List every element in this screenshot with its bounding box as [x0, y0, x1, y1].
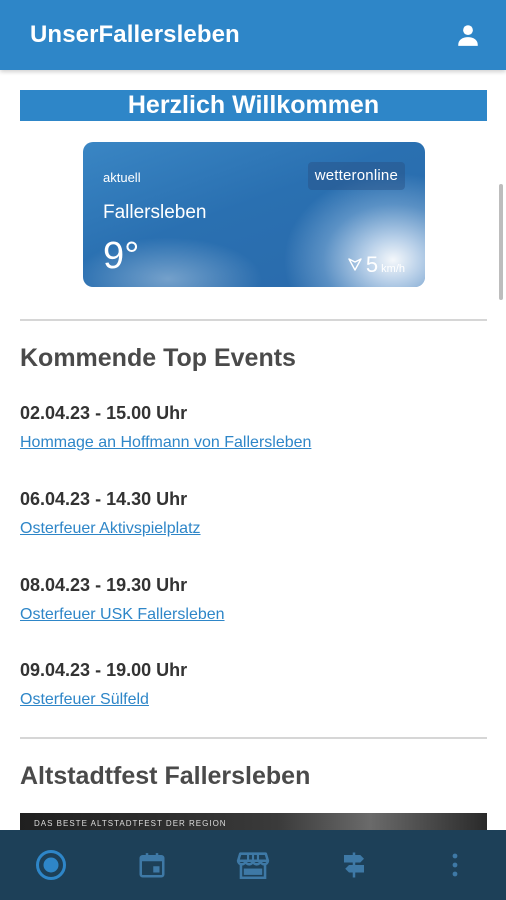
main-content[interactable]: Herzlich Willkommen aktuell wetteronline… — [0, 70, 506, 830]
vertical-scrollbar[interactable] — [499, 184, 503, 300]
event-date: 08.04.23 - 19.30 Uhr — [20, 575, 188, 595]
nav-signpost[interactable] — [324, 835, 384, 895]
nav-home[interactable] — [21, 835, 81, 895]
event-item: 09.04.23 - 19.00 Uhr Osterfeuer Sülfeld — [20, 660, 487, 709]
event-date: 06.04.23 - 14.30 Uhr — [20, 489, 188, 509]
event-link[interactable]: Hommage an Hoffmann von Fallersleben — [20, 434, 311, 452]
app-root: UnserFallersleben Herzlich Willkommen ak… — [0, 0, 506, 900]
event-link[interactable]: Osterfeuer Sülfeld — [20, 691, 149, 709]
weather-current-label: aktuell — [103, 170, 141, 185]
weather-wind: 5 km/h — [347, 252, 405, 278]
event-link[interactable]: Osterfeuer USK Fallersleben — [20, 606, 225, 624]
event-item: 08.04.23 - 19.30 Uhr Osterfeuer USK Fall… — [20, 575, 487, 624]
bottom-navigation — [0, 830, 506, 900]
top-app-bar: UnserFallersleben — [0, 0, 506, 70]
weather-city: Fallersleben — [103, 202, 207, 223]
altstadtfest-banner-image[interactable]: DAS BESTE ALTSTADTFEST DER REGION — [20, 813, 487, 830]
event-date: 02.04.23 - 15.00 Uhr — [20, 403, 188, 423]
nav-more[interactable] — [425, 835, 485, 895]
event-link[interactable]: Osterfeuer Aktivspielplatz — [20, 520, 201, 538]
event-item: 06.04.23 - 14.30 Uhr Osterfeuer Aktivspi… — [20, 489, 487, 538]
more-vertical-icon — [452, 853, 458, 877]
wind-unit: km/h — [381, 263, 405, 275]
events-section-title: Kommende Top Events — [20, 344, 296, 372]
wetteronline-logo[interactable]: wetteronline — [307, 162, 405, 190]
divider — [20, 737, 487, 739]
weather-temperature: 9° — [103, 235, 140, 277]
nav-calendar[interactable] — [122, 835, 182, 895]
wind-direction-icon — [348, 258, 362, 271]
signpost-icon — [344, 852, 365, 878]
home-circle-icon — [35, 850, 66, 880]
banner-caption: DAS BESTE ALTSTADTFEST DER REGION — [34, 819, 227, 828]
weather-widget[interactable]: aktuell wetteronline Fallersleben 9° 5 k… — [83, 142, 425, 287]
calendar-icon — [139, 853, 165, 878]
person-icon — [458, 25, 478, 46]
divider — [20, 319, 487, 321]
wind-speed: 5 — [365, 252, 379, 277]
altstadtfest-section-title: Altstadtfest Fallersleben — [20, 762, 311, 790]
event-item: 02.04.23 - 15.00 Uhr Hommage an Hoffmann… — [20, 403, 487, 452]
user-profile-button[interactable] — [452, 19, 484, 51]
store-icon — [236, 852, 270, 880]
welcome-banner: Herzlich Willkommen — [20, 90, 487, 121]
app-title: UnserFallersleben — [30, 21, 240, 48]
nav-store[interactable] — [223, 835, 283, 895]
event-date: 09.04.23 - 19.00 Uhr — [20, 660, 188, 680]
